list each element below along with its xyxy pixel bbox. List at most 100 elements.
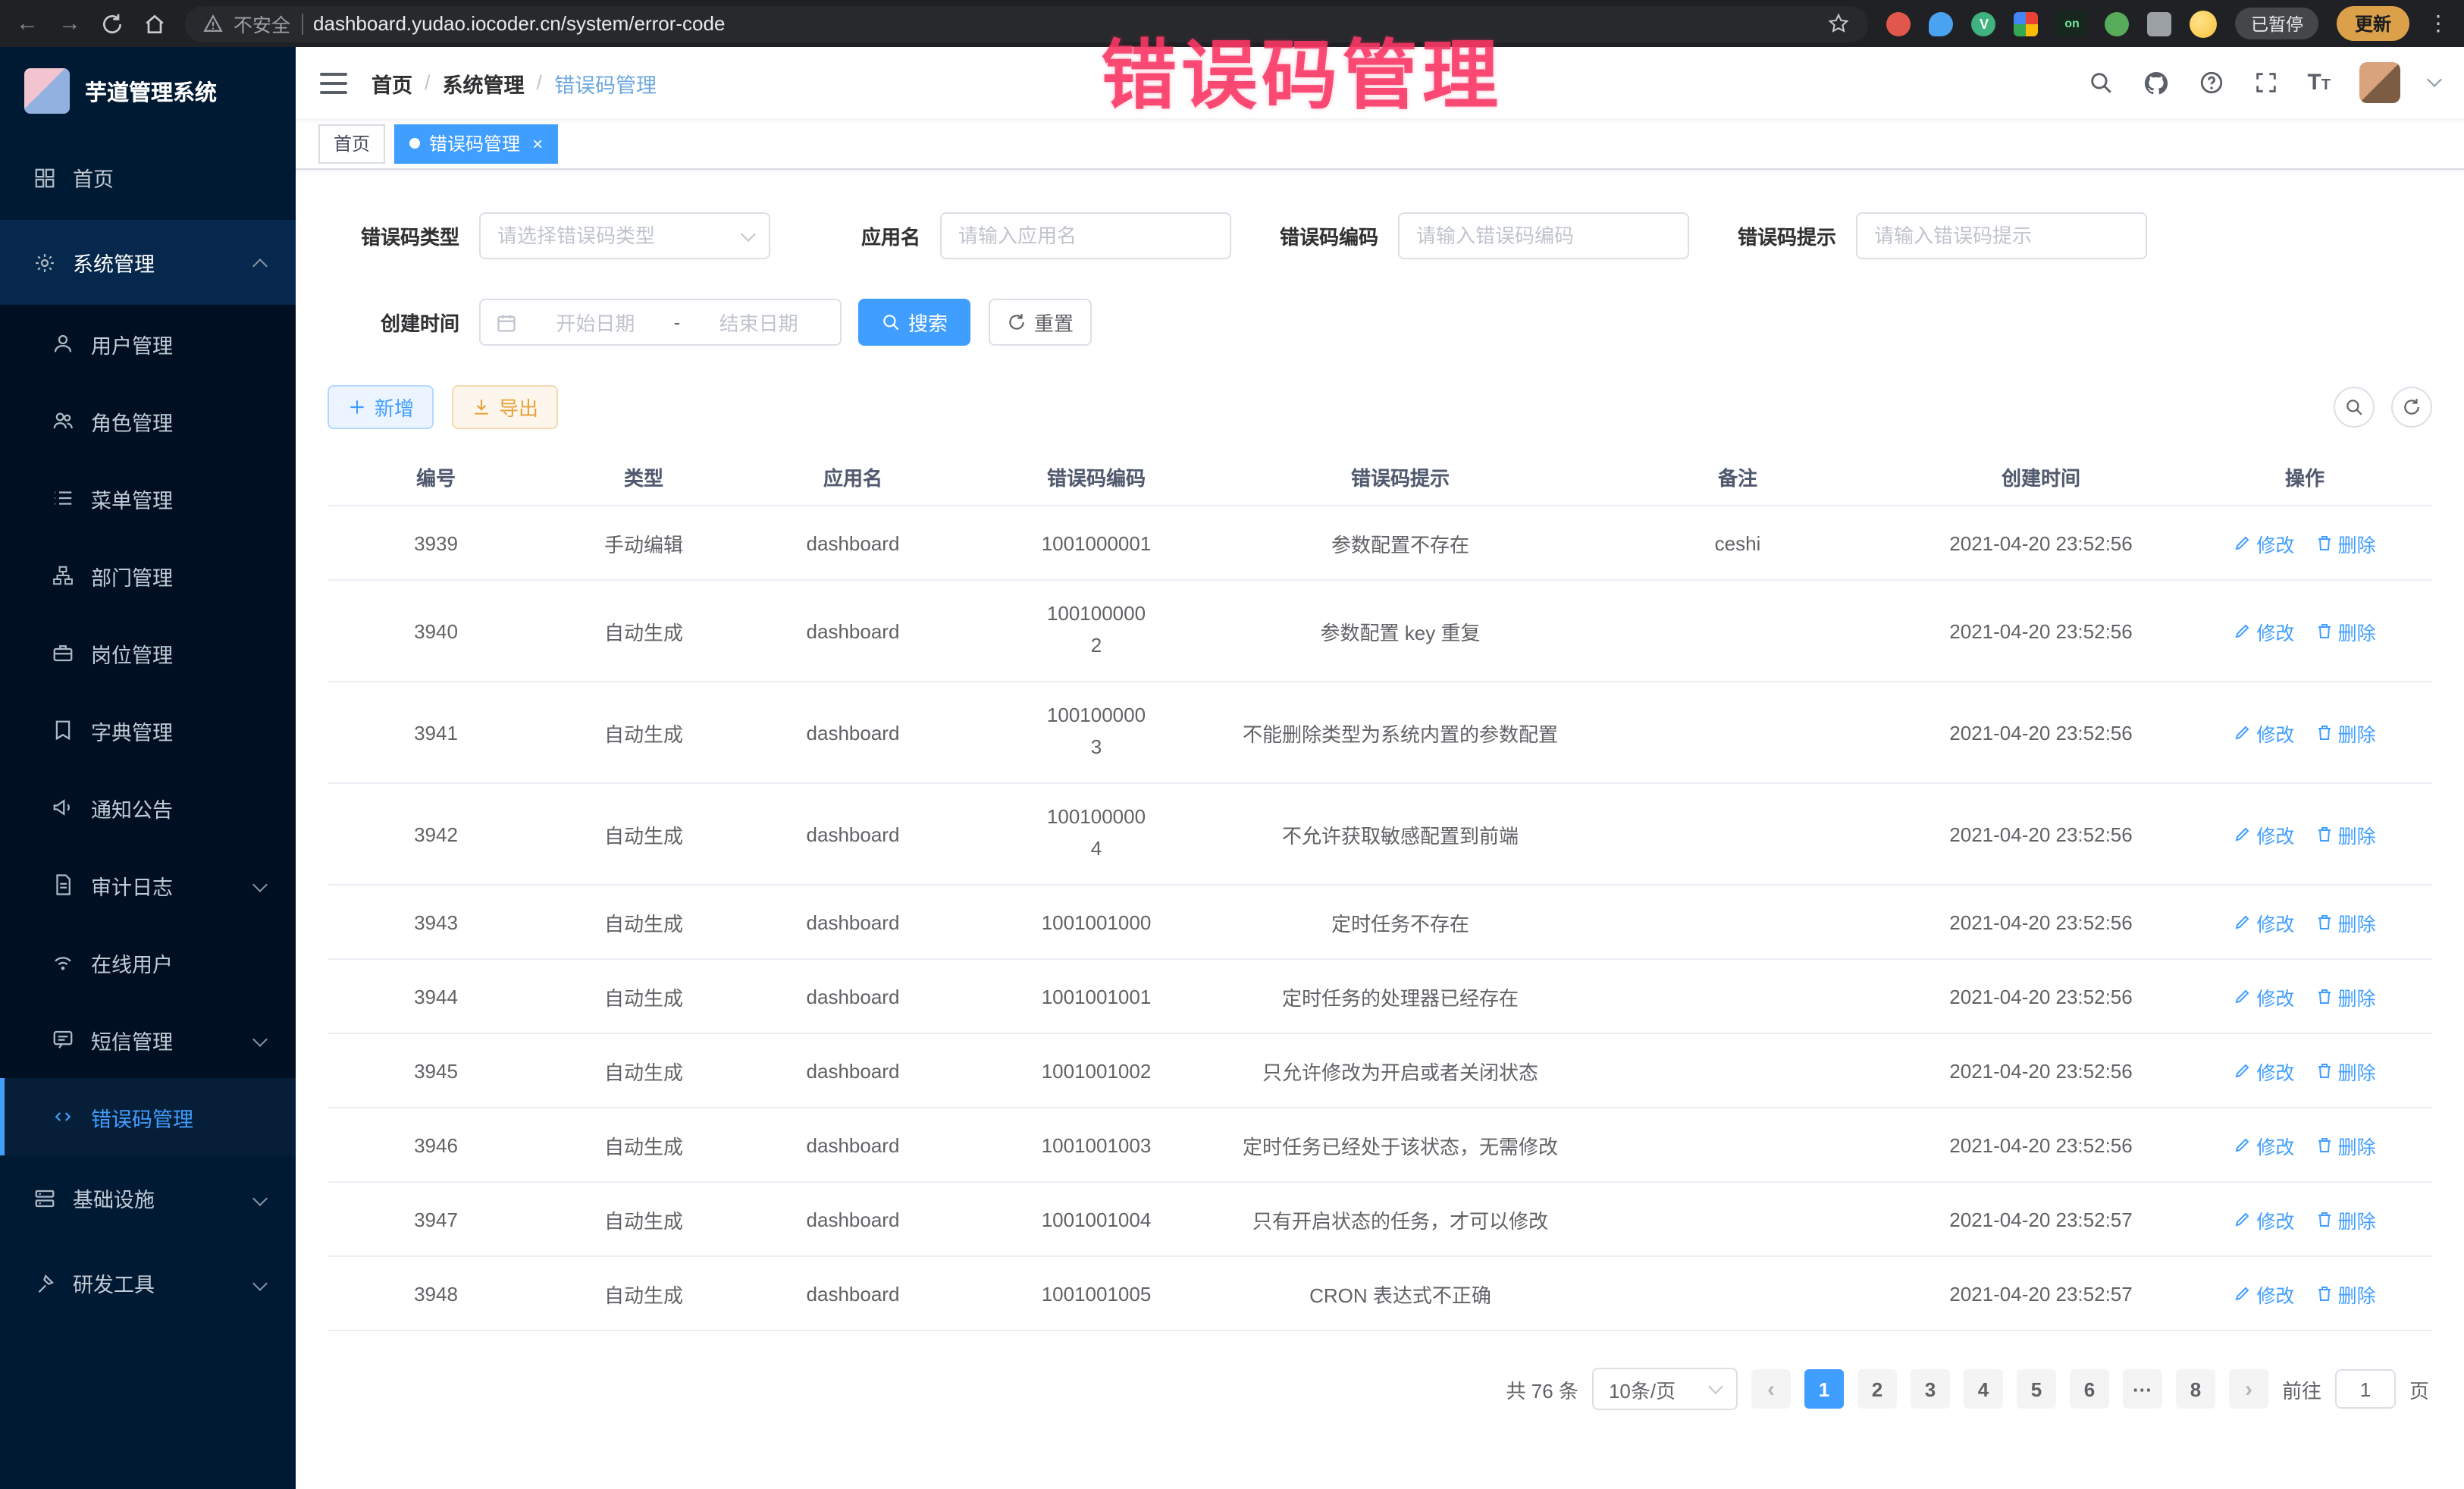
app-name-input[interactable]	[940, 212, 1231, 259]
extension-leaf-icon[interactable]	[2105, 11, 2130, 36]
table-row: 3942 自动生成 dashboard 1001000004 不允许获取敏感配置…	[328, 784, 2432, 886]
search-button[interactable]: 搜索	[858, 299, 970, 346]
delete-link[interactable]: 删除	[2315, 616, 2376, 645]
sidebar-item-users[interactable]: 用户管理	[0, 305, 296, 382]
sidebar-item-error-codes[interactable]: 错误码管理	[0, 1078, 296, 1155]
delete-link[interactable]: 删除	[2315, 528, 2376, 557]
export-button[interactable]: 导出	[452, 385, 558, 429]
table-header-row: 编号 类型 应用名 错误码编码 错误码提示 备注 创建时间 操作	[328, 447, 2432, 506]
error-type-select[interactable]	[479, 212, 770, 259]
user-avatar[interactable]	[2359, 62, 2400, 103]
edit-link[interactable]: 修改	[2234, 1056, 2294, 1085]
forward-icon[interactable]: →	[58, 11, 82, 36]
sidebar-item-roles[interactable]: 角色管理	[0, 382, 296, 459]
github-icon[interactable]	[2142, 69, 2169, 96]
trash-icon	[2315, 534, 2334, 552]
profile-avatar-icon[interactable]	[2190, 10, 2218, 37]
browser-menu-icon[interactable]: ⋮	[2428, 11, 2449, 36]
reload-icon[interactable]	[100, 11, 124, 36]
back-icon[interactable]: ←	[15, 11, 39, 36]
delete-link[interactable]: 删除	[2315, 1279, 2376, 1308]
page-button-4[interactable]: 4	[1964, 1369, 2003, 1409]
sidebar-item-positions[interactable]: 岗位管理	[0, 614, 296, 691]
sidebar-item-online-users[interactable]: 在线用户	[0, 923, 296, 1001]
error-code-table: 编号 类型 应用名 错误码编码 错误码提示 备注 创建时间 操作 3939 手动…	[328, 447, 2432, 1331]
sidebar-item-sms[interactable]: 短信管理	[0, 1001, 296, 1078]
error-msg-input[interactable]	[1856, 212, 2147, 259]
breadcrumb-system[interactable]: 系统管理	[443, 67, 525, 98]
goto-page-input[interactable]	[2335, 1369, 2396, 1409]
page-button-6[interactable]: 6	[2070, 1369, 2109, 1409]
bookmark-star-icon[interactable]	[1828, 12, 1851, 35]
paused-badge[interactable]: 已暂停	[2236, 8, 2318, 39]
address-bar[interactable]: 不安全 dashboard.yudao.iocoder.cn/system/er…	[185, 5, 1869, 42]
breadcrumb-separator: /	[537, 71, 543, 94]
extension-red-icon[interactable]	[1887, 11, 1911, 36]
next-page-button[interactable]: ›	[2229, 1369, 2268, 1409]
page-button-1[interactable]: 1	[1804, 1369, 1844, 1409]
page-button-2[interactable]: 2	[1857, 1369, 1897, 1409]
vue-devtools-icon[interactable]	[1972, 11, 1996, 36]
table-row: 3948 自动生成 dashboard 1001001005 CRON 表达式不…	[328, 1257, 2432, 1331]
add-button[interactable]: 新增	[328, 385, 434, 429]
sidebar-item-departments[interactable]: 部门管理	[0, 537, 296, 614]
date-range-picker[interactable]: 开始日期 - 结束日期	[479, 299, 842, 346]
tab-error-codes[interactable]: 错误码管理 ×	[394, 124, 558, 163]
edit-link[interactable]: 修改	[2234, 982, 2294, 1011]
user-icon	[52, 332, 74, 355]
sidebar-item-infrastructure[interactable]: 基础设施	[0, 1155, 296, 1240]
page-size-select[interactable]: 10条/页	[1592, 1368, 1738, 1410]
help-icon[interactable]	[2198, 70, 2224, 96]
page-button-5[interactable]: 5	[2017, 1369, 2056, 1409]
breadcrumb-home[interactable]: 首页	[371, 67, 412, 98]
page-button-3[interactable]: 3	[1911, 1369, 1950, 1409]
hamburger-icon[interactable]	[320, 72, 347, 93]
home-icon[interactable]	[143, 11, 167, 36]
error-code-input[interactable]	[1398, 212, 1689, 259]
sidebar-item-system[interactable]: 系统管理	[0, 220, 296, 305]
sidebar-item-menus[interactable]: 菜单管理	[0, 459, 296, 537]
tab-home[interactable]: 首页	[318, 124, 385, 163]
error-type-select-input[interactable]	[479, 212, 770, 259]
font-size-icon[interactable]: TT	[2307, 70, 2331, 96]
trash-icon	[2315, 1136, 2334, 1154]
more-pages-button[interactable]: ···	[2123, 1369, 2162, 1409]
extension-on-badge-icon[interactable]: on	[2057, 11, 2087, 36]
sidebar-item-notices[interactable]: 通知公告	[0, 769, 296, 846]
edit-link[interactable]: 修改	[2234, 908, 2294, 936]
delete-link[interactable]: 删除	[2315, 820, 2376, 848]
reset-button[interactable]: 重置	[989, 299, 1092, 346]
sidebar-item-dicts[interactable]: 字典管理	[0, 691, 296, 769]
delete-link[interactable]: 删除	[2315, 1130, 2376, 1159]
edit-link[interactable]: 修改	[2234, 1279, 2294, 1308]
delete-link[interactable]: 删除	[2315, 718, 2376, 747]
delete-link[interactable]: 删除	[2315, 1056, 2376, 1085]
extension-grid-icon[interactable]	[2014, 11, 2039, 36]
edit-link[interactable]: 修改	[2234, 718, 2294, 747]
browser-update-button[interactable]: 更新	[2337, 6, 2409, 41]
delete-link[interactable]: 删除	[2315, 1205, 2376, 1234]
edit-link[interactable]: 修改	[2234, 528, 2294, 557]
page-unit-label: 页	[2409, 1375, 2429, 1403]
delete-link[interactable]: 删除	[2315, 982, 2376, 1011]
search-icon[interactable]	[2087, 70, 2113, 96]
prev-page-button[interactable]: ‹	[1751, 1369, 1791, 1409]
delete-link[interactable]: 删除	[2315, 908, 2376, 936]
sidebar-item-home[interactable]: 首页	[0, 135, 296, 220]
sidebar-item-audit-logs[interactable]: 审计日志	[0, 846, 296, 923]
page-button-8[interactable]: 8	[2176, 1369, 2215, 1409]
refresh-table-button[interactable]	[2391, 387, 2432, 428]
fullscreen-icon[interactable]	[2252, 70, 2278, 96]
pencil-icon	[2234, 1136, 2252, 1154]
pencil-icon	[2234, 1061, 2252, 1080]
extensions-puzzle-icon[interactable]	[2148, 11, 2172, 36]
tab-close-icon[interactable]: ×	[532, 134, 543, 152]
avatar-caret-icon[interactable]	[2427, 72, 2442, 87]
edit-link[interactable]: 修改	[2234, 1130, 2294, 1159]
show-search-button[interactable]	[2334, 387, 2375, 428]
edit-link[interactable]: 修改	[2234, 1205, 2294, 1234]
edit-link[interactable]: 修改	[2234, 820, 2294, 848]
edit-link[interactable]: 修改	[2234, 616, 2294, 645]
sidebar-item-dev-tools[interactable]: 研发工具	[0, 1240, 296, 1325]
extension-drop-icon[interactable]	[1930, 11, 1954, 36]
